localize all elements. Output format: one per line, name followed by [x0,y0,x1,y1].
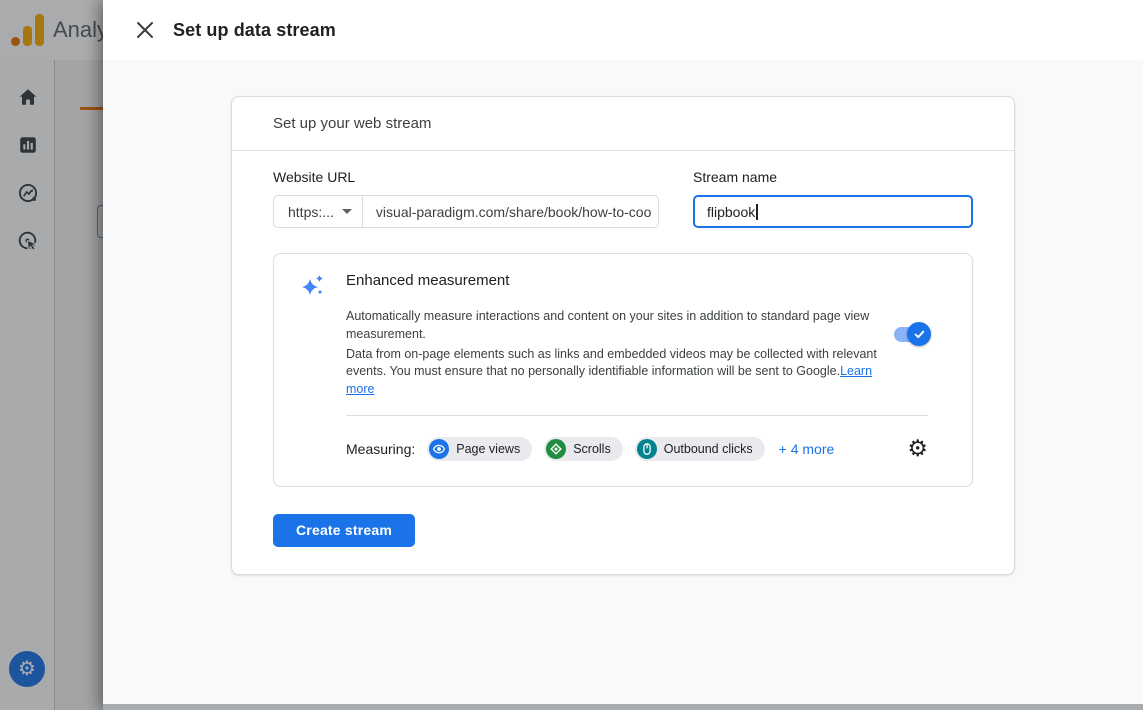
modal-scrim[interactable] [0,0,103,710]
sparkle-icon [301,274,325,298]
divider [346,415,928,416]
enhanced-measurement-description: Automatically measure interactions and c… [346,308,891,399]
measurement-settings-gear-icon[interactable]: ⚙ [907,437,928,460]
stream-name-value: flipbook [707,204,755,220]
close-button[interactable] [133,18,157,42]
check-icon [913,328,926,341]
eye-icon [429,439,449,459]
website-url-label: Website URL [273,169,659,185]
website-url-input[interactable]: visual-paradigm.com/share/book/how-to-co… [363,196,658,227]
more-chips-link[interactable]: + 4 more [779,441,835,457]
protocol-value: https:... [288,204,334,220]
chip-label: Scrolls [573,442,611,456]
measuring-label: Measuring: [346,441,415,457]
enhanced-measurement-toggle[interactable] [894,327,928,342]
close-icon [136,21,154,39]
stream-name-label: Stream name [693,169,973,185]
chip-label: Outbound clicks [664,442,753,456]
web-stream-card: Set up your web stream Website URL https… [231,96,1015,575]
website-url-field-group: Website URL https:... visual-paradigm.co… [273,169,659,228]
card-title: Set up your web stream [232,97,1014,151]
chip-page-views[interactable]: Page views [427,437,532,461]
panel-title: Set up data stream [173,20,336,41]
chevron-down-icon [342,209,352,214]
description-line-2: Data from on-page elements such as links… [346,346,891,399]
chip-scrolls[interactable]: Scrolls [544,437,623,461]
chip-outbound-clicks[interactable]: Outbound clicks [635,437,765,461]
horizontal-scrollbar[interactable] [103,704,1143,710]
protocol-dropdown[interactable]: https:... [274,196,363,227]
background-app: Analytics [0,0,103,710]
panel-header: Set up data stream [103,0,1143,60]
stream-name-input[interactable]: flipbook [693,195,973,228]
scroll-icon [546,439,566,459]
enhanced-measurement-box: Enhanced measurement Automatically measu… [273,253,973,487]
mouse-icon [637,439,657,459]
setup-data-stream-panel: Set up data stream Set up your web strea… [103,0,1143,710]
description-line-1: Automatically measure interactions and c… [346,308,891,344]
text-cursor [756,204,758,220]
enhanced-measurement-title: Enhanced measurement [346,272,928,289]
chip-label: Page views [456,442,520,456]
stream-name-field-group: Stream name flipbook [693,169,973,228]
create-stream-button[interactable]: Create stream [273,514,415,547]
